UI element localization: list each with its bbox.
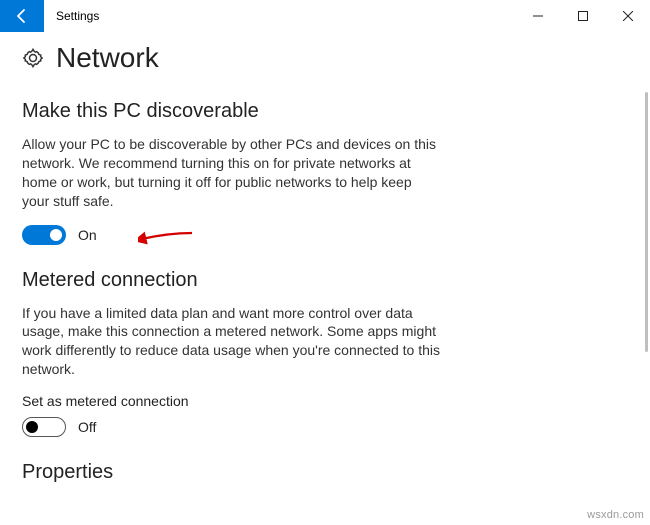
minimize-button[interactable] xyxy=(515,0,560,32)
maximize-icon xyxy=(578,11,588,21)
section-discoverable-body: Allow your PC to be discoverable by othe… xyxy=(22,135,442,211)
scrollbar[interactable] xyxy=(644,92,648,352)
discoverable-toggle-label: On xyxy=(78,227,97,243)
section-properties-heading: Properties xyxy=(22,461,628,484)
metered-toggle[interactable] xyxy=(22,417,66,437)
toggle-knob xyxy=(26,421,38,433)
page-title: Network xyxy=(56,42,159,74)
scrollbar-thumb[interactable] xyxy=(645,92,648,352)
section-metered-heading: Metered connection xyxy=(22,269,628,292)
window-controls xyxy=(515,0,650,32)
toggle-knob xyxy=(50,229,62,241)
maximize-button[interactable] xyxy=(560,0,605,32)
metered-sub-label: Set as metered connection xyxy=(22,393,628,409)
minimize-icon xyxy=(533,11,543,21)
content-area: Network Make this PC discoverable Allow … xyxy=(0,32,650,510)
back-button[interactable] xyxy=(0,0,44,32)
annotation-arrow-icon xyxy=(138,227,194,247)
discoverable-toggle[interactable] xyxy=(22,225,66,245)
section-discoverable-heading: Make this PC discoverable xyxy=(22,100,628,123)
gear-icon xyxy=(22,47,44,69)
page-heading-row: Network xyxy=(22,42,628,74)
arrow-left-icon xyxy=(14,8,30,24)
section-metered-body: If you have a limited data plan and want… xyxy=(22,304,442,380)
window-title: Settings xyxy=(44,0,99,32)
close-icon xyxy=(623,11,633,21)
watermark: wsxdn.com xyxy=(587,509,644,521)
metered-toggle-label: Off xyxy=(78,419,96,435)
titlebar: Settings xyxy=(0,0,650,32)
discoverable-toggle-row: On xyxy=(22,225,628,245)
close-button[interactable] xyxy=(605,0,650,32)
metered-toggle-row: Off xyxy=(22,417,628,437)
titlebar-spacer xyxy=(99,0,515,32)
